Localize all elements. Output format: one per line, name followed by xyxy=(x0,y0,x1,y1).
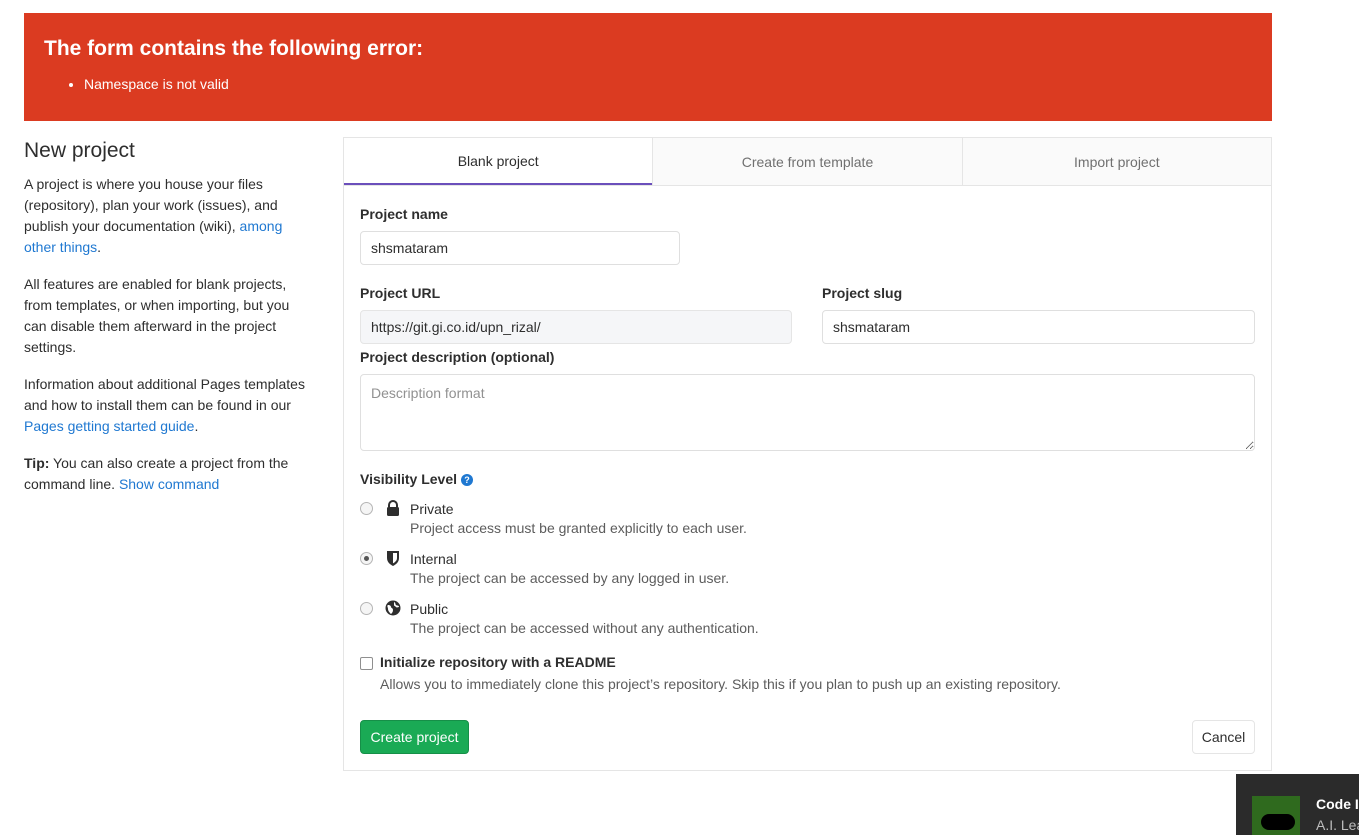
pages-guide-link[interactable]: Pages getting started guide xyxy=(24,418,194,434)
toast-subtitle: A.I. Lea xyxy=(1316,817,1359,833)
project-name-label: Project name xyxy=(360,206,448,222)
error-banner: The form contains the following error: N… xyxy=(24,13,1272,121)
project-url-label: Project URL xyxy=(360,285,441,301)
tab-blank-project[interactable]: Blank project xyxy=(344,138,653,185)
readme-description: Allows you to immediately clone this pro… xyxy=(380,676,1061,692)
toast-thumbnail xyxy=(1252,796,1300,835)
visibility-level-text: Visibility Level xyxy=(360,471,458,487)
readme-label[interactable]: Initialize repository with a README xyxy=(380,654,616,670)
intro-text-end: . xyxy=(97,239,102,255)
error-title: The form contains the following error: xyxy=(44,37,424,60)
project-tabs: Blank project Create from template Impor… xyxy=(344,138,1271,186)
private-description: Project access must be granted explicitl… xyxy=(410,520,747,536)
internal-radio[interactable] xyxy=(360,552,373,565)
tip-label: Tip: xyxy=(24,455,50,471)
cancel-button[interactable]: Cancel xyxy=(1192,720,1255,754)
notification-toast[interactable]: Code I A.I. Lea xyxy=(1236,774,1359,835)
features-paragraph: All features are enabled for blank proje… xyxy=(24,276,290,355)
toast-title: Code I xyxy=(1316,796,1359,812)
intro-paragraph: A project is where you house your files … xyxy=(24,174,314,258)
new-project-panel: Blank project Create from template Impor… xyxy=(343,137,1272,771)
readme-checkbox[interactable] xyxy=(360,657,373,670)
project-description-label: Project description (optional) xyxy=(360,349,555,365)
public-title: Public xyxy=(410,601,449,617)
pages-paragraph: Information about additional Pages templ… xyxy=(24,374,314,437)
internal-title: Internal xyxy=(410,551,457,567)
project-url-input[interactable]: https://git.gi.co.id/upn_rizal/ xyxy=(360,310,792,344)
error-list: Namespace is not valid xyxy=(44,75,1252,93)
private-radio[interactable] xyxy=(360,502,373,515)
lock-icon xyxy=(387,500,399,516)
intro-column: New project A project is where you house… xyxy=(24,138,314,511)
error-item: Namespace is not valid xyxy=(84,75,1252,93)
internal-description: The project can be accessed by any logge… xyxy=(410,570,730,586)
tip-paragraph: Tip: You can also create a project from … xyxy=(24,453,314,495)
project-slug-label: Project slug xyxy=(822,285,903,301)
tab-import-project[interactable]: Import project xyxy=(961,138,1271,185)
tab-create-from-template[interactable]: Create from template xyxy=(652,138,962,185)
public-description: The project can be accessed without any … xyxy=(410,620,759,636)
globe-icon xyxy=(385,600,401,616)
show-command-link[interactable]: Show command xyxy=(119,476,219,492)
create-project-button[interactable]: Create project xyxy=(360,720,469,754)
private-title: Private xyxy=(410,501,454,517)
visibility-level-label: Visibility Level? xyxy=(360,471,474,487)
public-radio[interactable] xyxy=(360,602,373,615)
project-name-input[interactable]: shsmataram xyxy=(360,231,680,265)
question-icon[interactable]: ? xyxy=(461,474,474,487)
pages-text-end: . xyxy=(194,418,199,434)
project-slug-input[interactable]: shsmataram xyxy=(822,310,1255,344)
pages-text: Information about additional Pages templ… xyxy=(24,376,305,413)
page-title: New project xyxy=(24,139,135,162)
project-description-textarea[interactable] xyxy=(360,374,1255,451)
shield-icon xyxy=(387,551,399,566)
